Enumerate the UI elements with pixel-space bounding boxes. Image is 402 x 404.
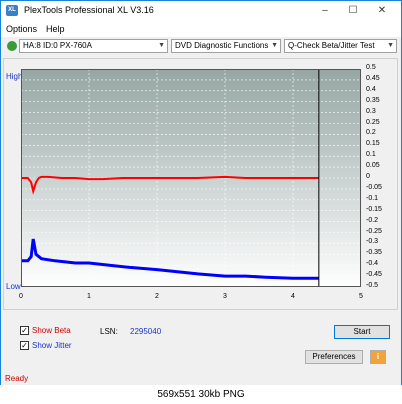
maximize-button[interactable]: ☐ — [339, 2, 367, 19]
status-bar: Ready — [1, 372, 401, 385]
show-beta-label: Show Beta — [32, 326, 71, 335]
beta-jitter-chart — [21, 69, 361, 287]
x-tick-label: 0 — [19, 293, 23, 300]
status-text: Ready — [5, 374, 29, 383]
y-tick-label: -0.4 — [366, 260, 379, 268]
image-caption: 569x551 30kb PNG — [0, 385, 402, 404]
drive-icon — [7, 41, 17, 51]
show-jitter-label: Show Jitter — [32, 341, 72, 350]
x-tick-label: 1 — [87, 293, 91, 300]
y-tick-label: -0.2 — [366, 216, 379, 224]
x-tick-label: 3 — [223, 293, 227, 300]
app-logo-icon: XL — [6, 5, 18, 16]
y-tick-label: 0.15 — [366, 140, 380, 148]
y-tick-label: -0.1 — [366, 194, 379, 202]
start-button[interactable]: Start — [334, 325, 390, 339]
menu-options[interactable]: Options — [6, 24, 37, 34]
y-tick-label: 0.5 — [366, 64, 376, 71]
y-tick-label: 0 — [366, 173, 370, 180]
show-jitter-checkbox[interactable]: ✓ — [20, 341, 29, 350]
lsn-label: LSN: — [100, 327, 118, 336]
minimize-button[interactable]: – — [311, 2, 339, 19]
y-tick-label: 0.1 — [366, 151, 376, 159]
chevron-down-icon: ▼ — [158, 42, 165, 49]
y-tick-label: 0.4 — [366, 85, 376, 93]
function-select[interactable]: DVD Diagnostic Functions ▼ — [171, 39, 281, 53]
y-tick-label: -0.35 — [366, 249, 382, 257]
high-label: High — [6, 72, 23, 81]
y-tick-label: -0.05 — [366, 183, 382, 191]
y-tick-label: -0.25 — [366, 227, 382, 235]
function-select-value: DVD Diagnostic Functions — [175, 41, 269, 50]
y-tick-label: 0.3 — [366, 107, 376, 115]
show-beta-checkbox[interactable]: ✓ — [20, 326, 29, 335]
y-tick-label: 0.05 — [366, 162, 380, 170]
chevron-down-icon: ▼ — [387, 42, 394, 49]
info-icon[interactable]: i — [370, 350, 386, 364]
test-select-value: Q-Check Beta/Jitter Test — [288, 41, 375, 50]
y-tick-label: -0.15 — [366, 205, 382, 213]
close-button[interactable]: ✕ — [368, 2, 396, 19]
window-title: PlexTools Professional XL V3.16 — [24, 5, 154, 15]
x-tick-label: 4 — [291, 293, 295, 300]
y-tick-label: -0.45 — [366, 271, 382, 279]
drive-select[interactable]: HA:8 ID:0 PX-760A ▼ — [19, 39, 168, 53]
menu-help[interactable]: Help — [46, 24, 65, 34]
drive-select-value: HA:8 ID:0 PX-760A — [23, 41, 92, 50]
y-tick-label: 0.35 — [366, 96, 380, 104]
chevron-down-icon: ▼ — [271, 42, 278, 49]
x-tick-label: 2 — [155, 293, 159, 300]
y-tick-label: -0.5 — [366, 282, 379, 289]
y-tick-label: -0.3 — [366, 238, 379, 246]
y-tick-label: 0.45 — [366, 74, 380, 82]
preferences-button[interactable]: Preferences — [305, 350, 363, 364]
y-tick-label: 0.2 — [366, 129, 376, 137]
x-tick-label: 5 — [359, 293, 363, 300]
test-select[interactable]: Q-Check Beta/Jitter Test ▼ — [284, 39, 397, 53]
low-label: Low — [6, 282, 21, 291]
y-tick-label: 0.25 — [366, 118, 380, 126]
lsn-value: 2295040 — [130, 327, 162, 336]
